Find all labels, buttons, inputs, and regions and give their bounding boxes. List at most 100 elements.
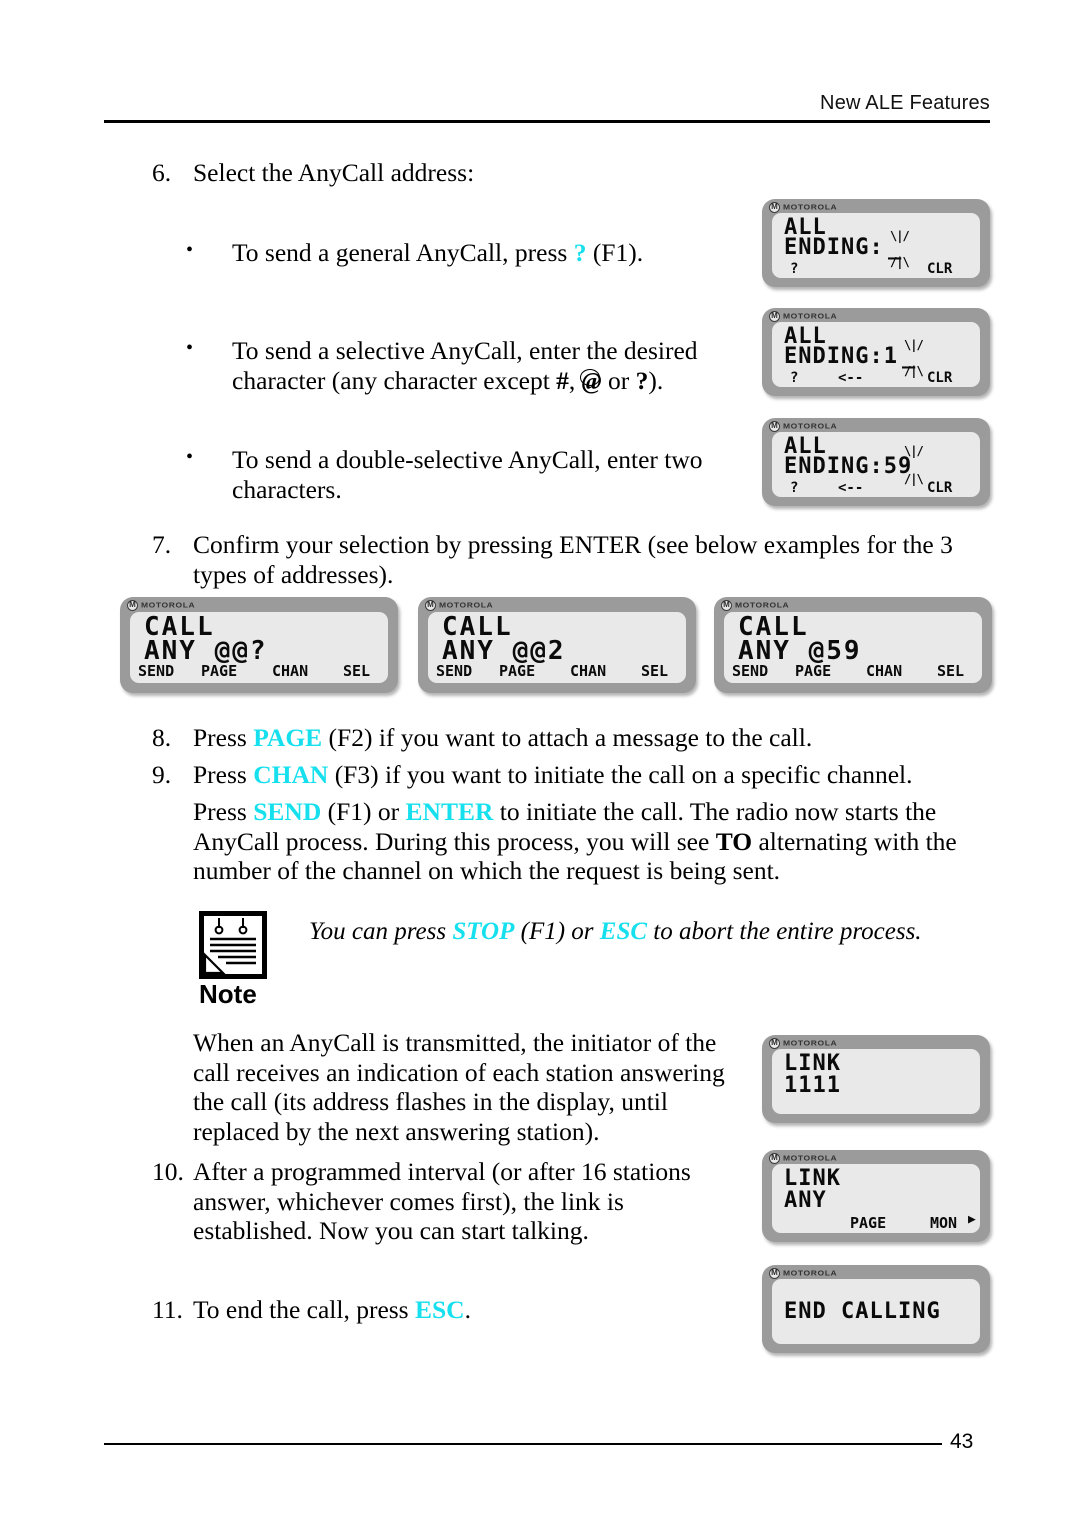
note-body: When an AnyCall is transmitted, the init… bbox=[193, 1028, 753, 1146]
bullet-marker: • bbox=[186, 446, 194, 468]
blink-top-icon: \|/ bbox=[904, 444, 924, 458]
step-11-pre: To end the call, press bbox=[193, 1295, 415, 1324]
softkey-f3[interactable]: CLR bbox=[927, 261, 952, 277]
step-9-post: (F3) if you want to initiate the call on… bbox=[328, 760, 913, 789]
note-icon bbox=[197, 909, 269, 981]
status-to: TO bbox=[715, 826, 753, 856]
blink-bottom-icon: /|\ bbox=[904, 364, 924, 378]
bullet-2-line2-a: character (any character except bbox=[232, 365, 557, 395]
step-8-post: (F2) if you want to attach a message to … bbox=[322, 723, 813, 752]
key-esc: ESC bbox=[599, 918, 648, 945]
softkey-f2-page[interactable]: PAGE bbox=[499, 662, 535, 680]
radio-display-link-1111: MOTOROLA LINK 1111 bbox=[762, 1035, 990, 1123]
softkey-f4-sel[interactable]: SEL bbox=[641, 662, 668, 680]
softkey-f2-page[interactable]: PAGE bbox=[795, 662, 831, 680]
softkey-f2-page[interactable]: PAGE bbox=[201, 662, 237, 680]
lcd-screen: END CALLING bbox=[772, 1279, 980, 1344]
key-esc: ESC bbox=[414, 1295, 465, 1324]
motorola-wordmark: MOTOROLA bbox=[783, 1038, 838, 1048]
motorola-badge: MOTOROLA bbox=[127, 599, 195, 611]
note-text: You can press STOP (F1) or ESC to abort … bbox=[309, 917, 1069, 947]
motorola-badge: MOTOROLA bbox=[769, 1267, 837, 1279]
at-symbol-icon: @ bbox=[579, 368, 602, 398]
step-7-number: 7. bbox=[152, 530, 172, 559]
bullet-2-line1: To send a selective AnyCall, enter the d… bbox=[232, 336, 698, 365]
softkey-f1[interactable]: ? bbox=[790, 261, 798, 277]
note-block: Note You can press STOP (F1) or ESC to a… bbox=[197, 909, 1009, 1031]
page-number: 43 bbox=[950, 1430, 974, 1453]
step-10-line2: answer, whichever comes first), the link… bbox=[193, 1186, 624, 1216]
softkey-f3[interactable]: CLR bbox=[927, 370, 952, 386]
step-8-number: 8. bbox=[152, 723, 172, 752]
bullet-1-text: To send a general AnyCall, press ? (F1). bbox=[232, 238, 752, 268]
softkey-f1-send[interactable]: SEND bbox=[436, 662, 472, 680]
note-body-line3: the call (its address flashes in the dis… bbox=[193, 1087, 668, 1116]
note-label: Note bbox=[199, 979, 257, 1009]
softkey-f1[interactable]: ? bbox=[790, 480, 798, 496]
motorola-badge: MOTOROLA bbox=[769, 1152, 837, 1164]
motorola-m-icon bbox=[769, 1267, 780, 1279]
softkey-f4-sel[interactable]: SEL bbox=[343, 662, 370, 680]
motorola-wordmark: MOTOROLA bbox=[783, 1153, 838, 1163]
step-11-post: . bbox=[464, 1295, 471, 1324]
lcd-line-2: ENDING: bbox=[784, 235, 884, 260]
blink-top-icon: \|/ bbox=[890, 229, 910, 243]
motorola-wordmark: MOTOROLA bbox=[141, 600, 196, 610]
radio-display-call-any-qq: MOTOROLA CALL ANY @@? SEND PAGE CHAN SEL bbox=[120, 597, 398, 693]
bullet-3-text: To send a double-selective AnyCall, ente… bbox=[232, 445, 742, 504]
key-chan: CHAN bbox=[253, 760, 329, 789]
radio-display-all-ending-1: MOTOROLA ALL ENDING:1 _ \|/ /|\ ? <-- CL… bbox=[762, 308, 990, 396]
softkey-f3-chan[interactable]: CHAN bbox=[570, 662, 606, 680]
lcd-line-2: ANY bbox=[784, 1188, 827, 1213]
lcd-line-2: 1111 bbox=[784, 1073, 841, 1098]
step-6-number: 6. bbox=[152, 158, 172, 187]
radio-display-end-calling: MOTOROLA END CALLING bbox=[762, 1265, 990, 1353]
step-6-text: Select the AnyCall address: bbox=[193, 158, 475, 187]
softkey-f1[interactable]: ? bbox=[790, 370, 798, 386]
bullet-marker: • bbox=[186, 337, 194, 359]
chevron-right-icon: ▶ bbox=[968, 1212, 976, 1227]
step-9b-line3: number of the channel on which the reque… bbox=[193, 856, 781, 885]
step-9b-pre: Press bbox=[193, 797, 254, 826]
softkey-f1-send[interactable]: SEND bbox=[138, 662, 174, 680]
motorola-wordmark: MOTOROLA bbox=[783, 202, 838, 212]
motorola-badge: MOTOROLA bbox=[721, 599, 789, 611]
motorola-m-icon bbox=[425, 599, 436, 611]
radio-display-call-any-2: MOTOROLA CALL ANY @@2 SEND PAGE CHAN SEL bbox=[418, 597, 696, 693]
key-question: ? bbox=[573, 238, 587, 267]
motorola-wordmark: MOTOROLA bbox=[783, 1268, 838, 1278]
motorola-m-icon bbox=[721, 599, 732, 611]
softkey-f2-backspace[interactable]: <-- bbox=[838, 370, 863, 386]
motorola-m-icon bbox=[769, 420, 780, 432]
radio-display-link-any: MOTOROLA LINK ANY PAGE MON ▶ bbox=[762, 1150, 990, 1242]
lcd-screen: ALL ENDING:59 \|/ /|\ ? <-- CLR bbox=[772, 432, 980, 497]
key-enter: ENTER bbox=[405, 797, 494, 826]
step-9b-line2-b: alternating with the bbox=[752, 826, 957, 856]
bullet-3-line2: characters. bbox=[232, 474, 342, 504]
lcd-line-2: ENDING:1 bbox=[784, 344, 898, 369]
lcd-line-1: END CALLING bbox=[784, 1299, 941, 1324]
step-9b-mid: (F1) or bbox=[321, 797, 406, 826]
motorola-m-icon bbox=[127, 599, 138, 611]
step-9b-line2-a: AnyCall process. During this process, yo… bbox=[193, 826, 716, 856]
softkey-f3-mon[interactable]: MON bbox=[930, 1214, 957, 1232]
key-page: PAGE bbox=[253, 723, 323, 752]
key-send: SEND bbox=[253, 797, 322, 826]
key-stop: STOP bbox=[452, 918, 515, 945]
softkey-f4-sel[interactable]: SEL bbox=[937, 662, 964, 680]
radio-display-call-any-59: MOTOROLA CALL ANY @59 SEND PAGE CHAN SEL bbox=[714, 597, 992, 693]
blink-bottom-icon: /|\ bbox=[890, 255, 910, 269]
blink-top-icon: \|/ bbox=[904, 338, 924, 352]
softkey-f3-chan[interactable]: CHAN bbox=[866, 662, 902, 680]
radio-display-all-ending-59: MOTOROLA ALL ENDING:59 \|/ /|\ ? <-- CLR bbox=[762, 418, 990, 506]
motorola-badge: MOTOROLA bbox=[425, 599, 493, 611]
motorola-m-icon bbox=[769, 310, 780, 322]
motorola-wordmark: MOTOROLA bbox=[783, 311, 838, 321]
softkey-f3-chan[interactable]: CHAN bbox=[272, 662, 308, 680]
softkey-f2-backspace[interactable]: <-- bbox=[838, 480, 863, 496]
step-11-text: To end the call, press ESC. bbox=[193, 1295, 733, 1325]
note-body-line2: call receives an indication of each stat… bbox=[193, 1057, 725, 1087]
softkey-f2-page[interactable]: PAGE bbox=[850, 1214, 886, 1232]
softkey-f3[interactable]: CLR bbox=[927, 480, 952, 496]
softkey-f1-send[interactable]: SEND bbox=[732, 662, 768, 680]
